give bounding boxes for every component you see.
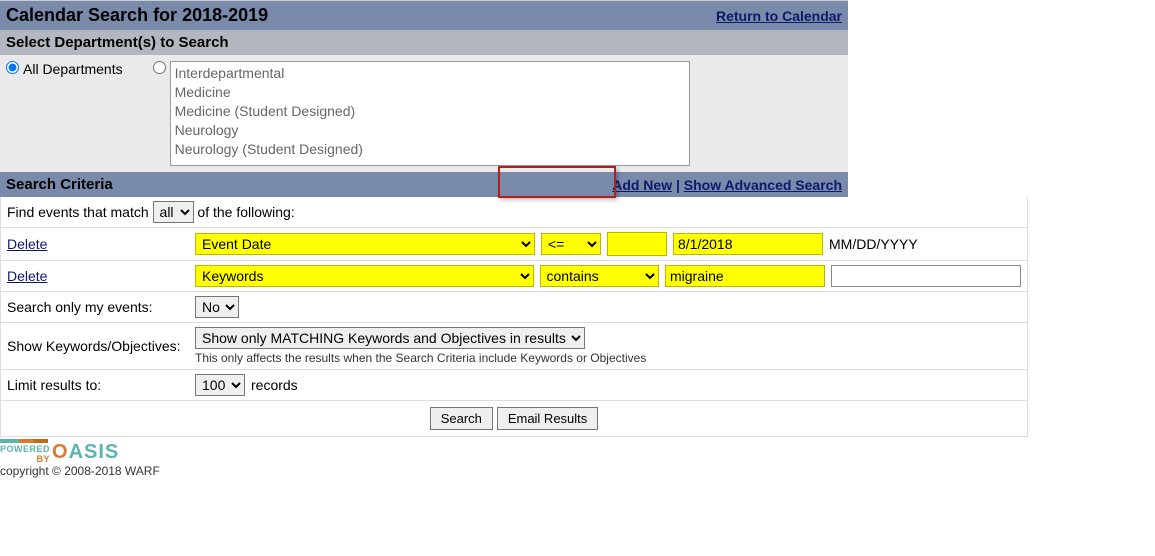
- add-new-link[interactable]: Add New: [612, 177, 672, 193]
- operator-select[interactable]: contains: [540, 265, 659, 287]
- select-depts-radio[interactable]: [153, 61, 166, 74]
- dept-list[interactable]: Interdepartmental Medicine Medicine (Stu…: [170, 61, 690, 166]
- page-header: Calendar Search for 2018-2019 Return to …: [0, 0, 848, 30]
- date-input[interactable]: [673, 233, 823, 255]
- delete-link[interactable]: Delete: [7, 236, 47, 252]
- kw-obj-label: Show Keywords/Objectives:: [7, 338, 189, 354]
- dept-list-item[interactable]: Medicine: [175, 83, 685, 102]
- search-button[interactable]: Search: [430, 407, 493, 430]
- page-title: Calendar Search for 2018-2019: [6, 5, 268, 26]
- delete-link[interactable]: Delete: [7, 268, 47, 284]
- match-row: Find events that match all of the follow…: [1, 197, 1027, 228]
- operator-select[interactable]: <=: [541, 233, 601, 255]
- limit-row: Limit results to: 100 records: [1, 370, 1027, 401]
- extra-input[interactable]: [831, 265, 1021, 287]
- footer: POWERED BY OASIS copyright © 2008-2018 W…: [0, 439, 1155, 478]
- return-to-calendar-link[interactable]: Return to Calendar: [716, 8, 842, 24]
- by-text: BY: [37, 454, 51, 464]
- limit-label: Limit results to:: [7, 377, 189, 393]
- match-select[interactable]: all: [153, 201, 194, 223]
- powered-by-logo: POWERED BY OASIS: [0, 439, 1155, 464]
- date-hint: MM/DD/YYYY: [829, 236, 918, 252]
- keyword-input[interactable]: [665, 265, 825, 287]
- dept-list-item[interactable]: Medicine (Student Designed): [175, 102, 685, 121]
- button-row: Search Email Results: [1, 401, 1027, 436]
- only-my-row: Search only my events: No: [1, 292, 1027, 323]
- only-my-label: Search only my events:: [7, 299, 189, 315]
- criteria-row-2: Delete Keywords contains: [1, 261, 1027, 292]
- field-select[interactable]: Event Date: [195, 233, 535, 255]
- all-depts-radio[interactable]: [6, 61, 19, 74]
- dept-section: All Departments Interdepartmental Medici…: [0, 55, 848, 172]
- field-select[interactable]: Keywords: [195, 265, 534, 287]
- separator: |: [672, 177, 684, 193]
- match-suffix: of the following:: [197, 204, 294, 220]
- logo-stripes-icon: [0, 439, 48, 443]
- limit-select[interactable]: 100: [195, 374, 245, 396]
- oasis-logo: OASIS: [52, 441, 119, 464]
- criteria-header: Search Criteria Add New | Show Advanced …: [0, 172, 848, 197]
- kw-obj-select[interactable]: Show only MATCHING Keywords and Objectiv…: [195, 327, 585, 349]
- dept-section-title: Select Department(s) to Search: [0, 30, 848, 55]
- powered-text: POWERED: [0, 444, 50, 454]
- kw-obj-row: Show Keywords/Objectives: Show only MATC…: [1, 323, 1027, 370]
- match-prefix: Find events that match: [7, 204, 153, 220]
- highlight-gap: [607, 232, 667, 256]
- email-results-button[interactable]: Email Results: [497, 407, 598, 430]
- dept-list-item[interactable]: Interdepartmental: [175, 64, 685, 83]
- kw-obj-hint: This only affects the results when the S…: [195, 351, 646, 365]
- only-my-select[interactable]: No: [195, 296, 239, 318]
- criteria-row-1: Delete Event Date <= MM/DD/YYYY: [1, 228, 1027, 261]
- criteria-body: Find events that match all of the follow…: [0, 197, 1028, 437]
- copyright-text: copyright © 2008-2018 WARF: [0, 464, 1155, 478]
- limit-suffix: records: [251, 377, 298, 393]
- show-advanced-link[interactable]: Show Advanced Search: [684, 177, 842, 193]
- dept-list-item[interactable]: Neurology: [175, 121, 685, 140]
- all-depts-label: All Departments: [23, 61, 123, 77]
- criteria-title: Search Criteria: [6, 176, 113, 193]
- dept-list-item[interactable]: Neurology (Student Designed): [175, 140, 685, 159]
